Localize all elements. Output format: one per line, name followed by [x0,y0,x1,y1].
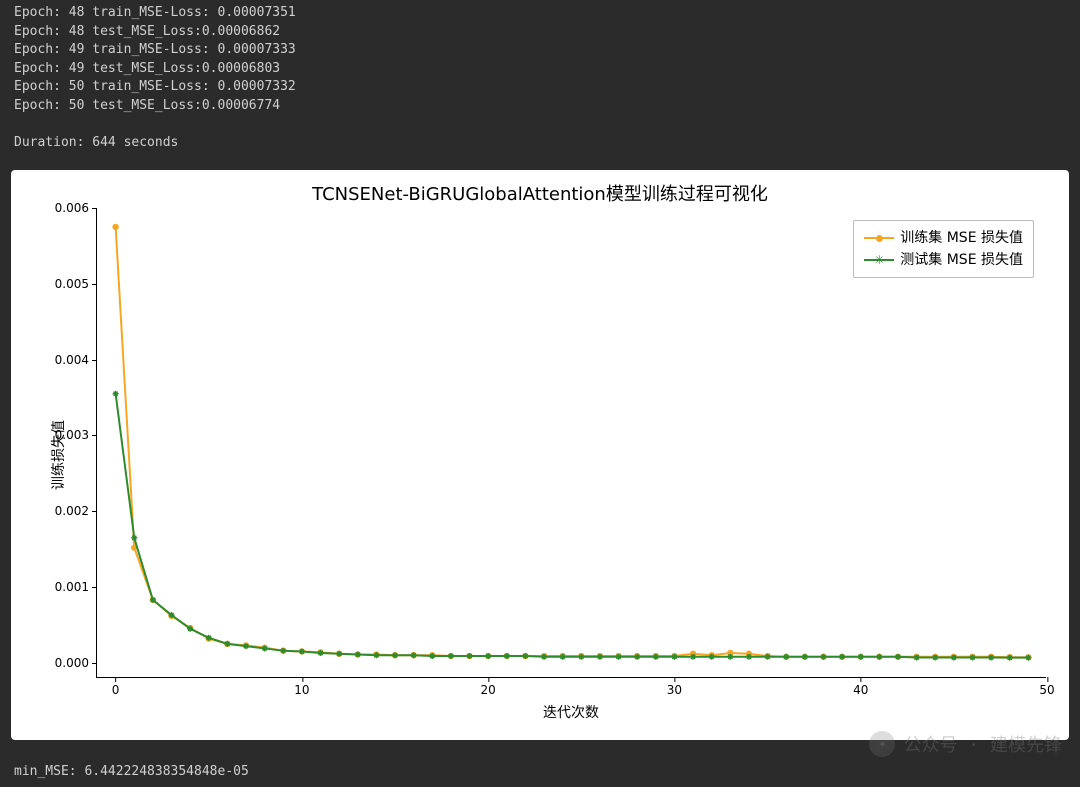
chart-svg [97,208,1046,677]
x-axis-label: 迭代次数 [96,702,1046,722]
y-tick: 0.000 [37,656,97,670]
legend-label: 测试集 MSE 损失值 [900,249,1023,271]
x-tick: 10 [294,677,309,697]
y-tick: 0.005 [37,277,97,291]
chart-title: TCNSENet-BiGRUGlobalAttention模型训练过程可视化 [11,180,1069,206]
x-tick: 50 [1039,677,1054,697]
x-tick: 20 [481,677,496,697]
legend-item: ✳ 测试集 MSE 损失值 [864,249,1023,271]
legend-swatch: ✳ [864,253,894,267]
y-tick: 0.002 [37,504,97,518]
legend: 训练集 MSE 损失值 ✳ 测试集 MSE 损失值 [853,220,1034,278]
legend-swatch [864,231,894,245]
console-output: Epoch: 48 train_MSE-Loss: 0.00007351 Epo… [0,0,1080,156]
chart-figure: TCNSENet-BiGRUGlobalAttention模型训练过程可视化 训… [11,170,1069,740]
y-tick: 0.003 [37,428,97,442]
y-tick: 0.004 [37,353,97,367]
y-tick: 0.006 [37,201,97,215]
plot-area: 训练集 MSE 损失值✳测试集 MSE 损失值 0.0000.0010.0020… [96,208,1046,678]
footer-line: min_MSE: 6.442224838354848e-05 [14,764,249,779]
legend-item: 训练集 MSE 损失值 [864,227,1023,249]
x-tick: 40 [853,677,868,697]
x-tick: 0 [112,677,120,697]
y-tick: 0.001 [37,580,97,594]
x-tick: 30 [667,677,682,697]
legend-label: 训练集 MSE 损失值 [900,227,1023,249]
